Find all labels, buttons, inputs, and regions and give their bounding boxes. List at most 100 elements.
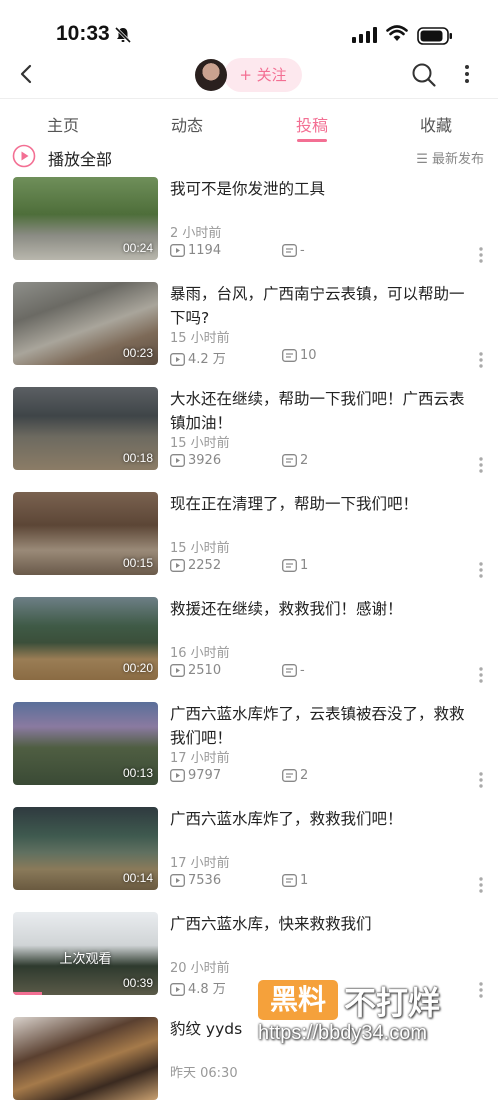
video-thumbnail[interactable]: 00:13 [13,702,158,785]
video-title[interactable]: 现在正在清理了，帮助一下我们吧！ [170,492,476,516]
comment-icon [282,244,297,257]
video-duration: 00:23 [122,346,153,360]
video-publish-time: 15 小时前 [170,436,230,451]
video-list: 00:24 我可不是你发泄的工具 2 小时前 1194 - 00:23 暴雨，台风，广西南宁… [0,166,498,1111]
more-options-icon[interactable] [478,246,484,268]
view-count-value: 4.8 万 [188,982,226,997]
video-title[interactable]: 广西六蓝水库，快来救救我们 [170,912,476,936]
more-options-icon[interactable] [478,876,484,898]
watch-progress-bar [13,992,42,995]
video-duration: 00:18 [122,451,153,465]
video-item[interactable]: 00:15 现在正在清理了，帮助一下我们吧！ 15 小时前 2252 1 [0,481,498,586]
status-time: 10:33 [56,22,110,45]
play-count-icon [170,874,185,887]
comment-count-value: 2 [300,768,309,783]
video-thumbnail[interactable]: 00:24 [13,177,158,260]
video-item[interactable]: 00:24 我可不是你发泄的工具 2 小时前 1194 - [0,166,498,271]
more-options-icon[interactable] [478,456,484,478]
video-item[interactable]: 00:13 广西六蓝水库炸了，云表镇被吞没了，救救我们吧！ 17 小时前 9797 2 [0,691,498,796]
video-thumbnail[interactable]: 上次观看 00:39 [13,912,158,995]
video-stats: 7536 1 [170,873,490,893]
watermark-slogan: 不打烊 [344,984,441,1022]
header-divider [0,98,498,99]
tab-favorites[interactable]: 收藏 [420,112,452,136]
video-title[interactable]: 救援还在继续，救救我们！感谢！ [170,597,476,621]
view-count: 1194 [170,243,221,258]
more-vertical-icon[interactable] [462,62,472,90]
video-thumbnail[interactable]: 00:23 [13,282,158,365]
mute-bell-icon [114,26,132,48]
view-count-value: 2252 [188,558,222,573]
comment-count-value: 2 [300,453,309,468]
tab-home[interactable]: 主页 [47,112,79,136]
last-watched-label: 上次观看 [59,952,112,967]
avatar[interactable] [195,59,227,91]
video-thumbnail[interactable]: 00:14 [13,807,158,890]
video-item[interactable]: 00:20 救援还在继续，救救我们！感谢！ 16 小时前 2510 - [0,586,498,691]
video-title[interactable]: 我可不是你发泄的工具 [170,177,476,201]
comment-count: 2 [282,768,308,783]
more-options-icon[interactable] [478,561,484,583]
more-options-icon[interactable] [478,351,484,373]
video-duration: 00:20 [122,661,153,675]
tab-submissions[interactable]: 投稿 [296,112,328,136]
video-stats: 2510 - [170,663,490,683]
video-duration: 00:39 [122,976,153,990]
sort-latest-button[interactable]: ☰ 最新发布 [416,148,484,167]
play-count-icon [170,983,185,996]
search-icon[interactable] [411,62,437,92]
video-thumbnail[interactable]: 00:20 [13,597,158,680]
view-count: 3926 [170,453,221,468]
video-thumbnail[interactable]: 00:18 [13,387,158,470]
video-publish-time: 17 小时前 [170,856,230,871]
more-options-icon[interactable] [478,666,484,688]
video-item[interactable]: 00:18 大水还在继续，帮助一下我们吧！广西云表镇加油！ 15 小时前 3926 2 [0,376,498,481]
video-title[interactable]: 广西六蓝水库炸了，救救我们吧！ [170,807,476,831]
comment-count: 1 [282,873,308,888]
comment-count-value: - [300,663,305,678]
watermark-url: https://bbdy34.com [258,1022,427,1044]
back-arrow-icon[interactable] [16,62,36,90]
battery-icon [417,27,453,49]
video-title[interactable]: 大水还在继续，帮助一下我们吧！广西云表镇加油！ [170,387,476,435]
top-navigation: + 关注 [0,52,498,98]
comment-count-value: 1 [300,558,309,573]
tab-moments[interactable]: 动态 [171,112,203,136]
comment-count-value: - [300,243,305,258]
video-item[interactable]: 00:14 广西六蓝水库炸了，救救我们吧！ 17 小时前 7536 1 [0,796,498,901]
video-thumbnail[interactable] [13,1017,158,1100]
video-title[interactable]: 暴雨，台风，广西南宁云表镇，可以帮助一下吗? [170,282,476,330]
view-count-value: 7536 [188,873,222,888]
comment-icon [282,349,297,362]
view-count: 7536 [170,873,221,888]
view-count-value: 9797 [188,768,222,783]
play-count-icon [170,664,185,677]
view-count-value: 4.2 万 [188,352,226,367]
view-count: 9797 [170,768,221,783]
video-duration: 00:24 [122,241,153,255]
cellular-signal-icon [352,27,378,47]
play-count-icon [170,244,185,257]
video-thumbnail[interactable]: 00:15 [13,492,158,575]
play-count-icon [170,559,185,572]
video-publish-time: 2 小时前 [170,226,222,241]
comment-icon [282,664,297,677]
active-tab-indicator [297,139,327,142]
view-count-value: 2510 [188,663,222,678]
video-publish-time: 17 小时前 [170,751,230,766]
video-publish-time: 16 小时前 [170,646,230,661]
comment-icon [282,874,297,887]
view-count: 4.8 万 [170,978,226,997]
video-title[interactable]: 广西六蓝水库炸了，云表镇被吞没了，救救我们吧！ [170,702,476,750]
video-stats [170,1083,490,1103]
video-stats: 4.2 万 10 [170,348,490,368]
comment-count: - [282,663,305,678]
view-count: 2510 [170,663,221,678]
tab-bar: 主页 动态 投稿 收藏 [0,108,498,144]
more-options-icon[interactable] [478,771,484,793]
view-count-value: 3926 [188,453,222,468]
video-publish-time: 15 小时前 [170,331,230,346]
follow-button[interactable]: + 关注 [224,58,302,92]
comment-icon [282,454,297,467]
video-item[interactable]: 00:23 暴雨，台风，广西南宁云表镇，可以帮助一下吗? 15 小时前 4.2 万 10 [0,271,498,376]
